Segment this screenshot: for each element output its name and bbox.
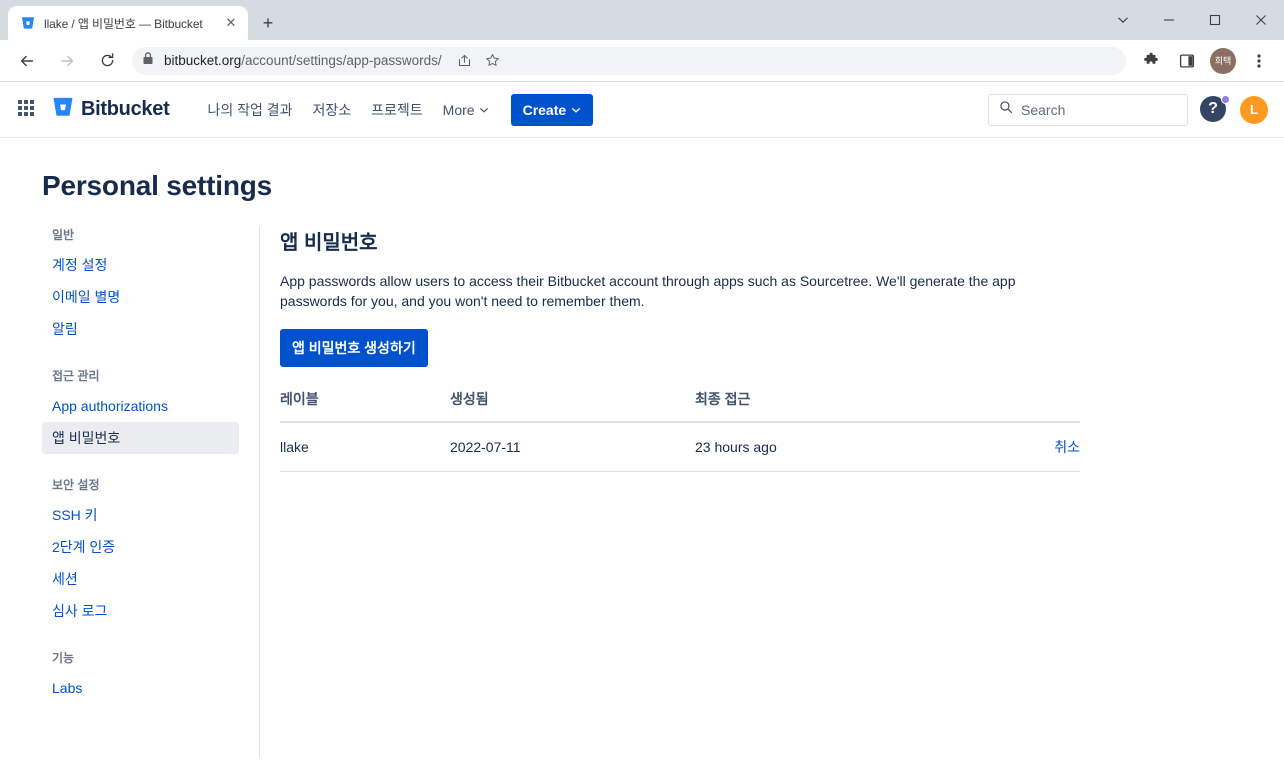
lock-icon[interactable] bbox=[142, 51, 154, 70]
close-icon[interactable] bbox=[1238, 0, 1284, 40]
settings-sidebar: 일반 계정 설정 이메일 별명 알림 접근 관리 App authorizati… bbox=[0, 226, 260, 758]
sidebar-group-label: 접근 관리 bbox=[52, 369, 100, 383]
column-header-last-accessed: 최종 접근 bbox=[695, 389, 970, 423]
bitbucket-logo-icon bbox=[52, 96, 74, 123]
user-avatar[interactable]: L bbox=[1240, 95, 1268, 124]
bitbucket-favicon-icon bbox=[20, 15, 36, 31]
three-dot-menu-icon[interactable] bbox=[1244, 46, 1274, 76]
sidebar-group-features: 기능 Labs bbox=[42, 649, 239, 704]
minimize-icon[interactable] bbox=[1146, 0, 1192, 40]
nav-item-label: 저장소 bbox=[312, 101, 352, 118]
forward-arrow-icon bbox=[52, 46, 82, 76]
sidebar-group-access-management: 접근 관리 App authorizations 앱 비밀번호 bbox=[42, 367, 239, 454]
tab-strip: llake / 앱 비밀번호 — Bitbucket ✕ + bbox=[0, 0, 1284, 40]
section-title: 앱 비밀번호 bbox=[280, 232, 378, 254]
chrome-profile-avatar[interactable]: 희택 bbox=[1210, 47, 1236, 74]
nav-item-projects[interactable]: 프로젝트 bbox=[361, 94, 433, 126]
column-header-label: 레이블 bbox=[280, 389, 450, 423]
chevron-down-icon bbox=[571, 102, 581, 118]
new-tab-button[interactable]: + bbox=[254, 9, 282, 37]
side-panel-icon[interactable] bbox=[1172, 46, 1202, 76]
url-text: bitbucket.org/account/settings/app-passw… bbox=[164, 53, 442, 68]
app-switcher-grid-icon[interactable] bbox=[18, 99, 38, 120]
search-icon bbox=[999, 100, 1013, 119]
cell-created: 2022-07-11 bbox=[450, 422, 695, 472]
nav-item-my-work[interactable]: 나의 작업 결과 bbox=[197, 94, 302, 126]
page-title: Personal settings bbox=[42, 170, 273, 201]
sidebar-group-security: 보안 설정 SSH 키 2단계 인증 세션 심사 로그 bbox=[42, 476, 239, 627]
page-viewport: Bitbucket 나의 작업 결과 저장소 프로젝트 More Create bbox=[0, 82, 1284, 774]
browser-window: llake / 앱 비밀번호 — Bitbucket ✕ + bitbucket… bbox=[0, 0, 1284, 774]
url-domain: bitbucket.org bbox=[164, 53, 242, 68]
sidebar-group-label: 일반 bbox=[52, 228, 75, 242]
sidebar-item-sessions[interactable]: 세션 bbox=[42, 563, 239, 595]
sidebar-item-notifications[interactable]: 알림 bbox=[42, 313, 239, 345]
sidebar-group-label: 보안 설정 bbox=[52, 478, 100, 492]
cell-action: 취소 bbox=[970, 422, 1080, 472]
column-header-created: 생성됨 bbox=[450, 389, 695, 423]
chevron-down-icon bbox=[479, 102, 489, 118]
generate-app-password-button[interactable]: 앱 비밀번호 생성하기 bbox=[280, 329, 428, 367]
search-box[interactable] bbox=[988, 93, 1188, 126]
sidebar-item-app-passwords[interactable]: 앱 비밀번호 bbox=[42, 422, 239, 454]
nav-item-label: 프로젝트 bbox=[371, 101, 423, 118]
section-description: App passwords allow users to access thei… bbox=[280, 273, 1016, 309]
nav-item-repositories[interactable]: 저장소 bbox=[303, 94, 362, 126]
reload-icon[interactable] bbox=[92, 46, 122, 76]
share-icon[interactable] bbox=[452, 48, 478, 74]
revoke-link[interactable]: 취소 bbox=[1054, 439, 1080, 455]
cell-last-accessed: 23 hours ago bbox=[695, 422, 970, 472]
omnibox-actions bbox=[452, 48, 506, 74]
sidebar-group-label: 기능 bbox=[52, 651, 75, 665]
browser-toolbar: bitbucket.org/account/settings/app-passw… bbox=[0, 40, 1284, 82]
sidebar-item-account-settings[interactable]: 계정 설정 bbox=[42, 249, 239, 281]
page-columns: 일반 계정 설정 이메일 별명 알림 접근 관리 App authorizati… bbox=[0, 226, 1284, 766]
star-icon[interactable] bbox=[480, 48, 506, 74]
browser-tab[interactable]: llake / 앱 비밀번호 — Bitbucket ✕ bbox=[8, 6, 248, 40]
column-header-action bbox=[970, 389, 1080, 423]
puzzle-piece-icon[interactable] bbox=[1136, 46, 1166, 76]
table-header-row: 레이블 생성됨 최종 접근 bbox=[280, 389, 1080, 423]
nav-item-label: 나의 작업 결과 bbox=[207, 101, 293, 118]
bitbucket-top-nav: Bitbucket 나의 작업 결과 저장소 프로젝트 More Create bbox=[0, 82, 1284, 138]
nav-item-more[interactable]: More bbox=[433, 96, 499, 124]
tab-search-chevron-down-icon[interactable] bbox=[1100, 0, 1146, 40]
maximize-icon[interactable] bbox=[1192, 0, 1238, 40]
create-button[interactable]: Create bbox=[510, 93, 594, 126]
bitbucket-logo[interactable]: Bitbucket bbox=[52, 96, 170, 123]
sidebar-item-labs[interactable]: Labs bbox=[42, 672, 239, 704]
back-arrow-icon[interactable] bbox=[12, 46, 42, 76]
app-passwords-table: 레이블 생성됨 최종 접근 llake 2022-07-11 23 hours … bbox=[280, 389, 1080, 472]
sidebar-item-email-aliases[interactable]: 이메일 별명 bbox=[42, 281, 239, 313]
help-notification-badge bbox=[1221, 94, 1230, 104]
sidebar-group-general: 일반 계정 설정 이메일 별명 알림 bbox=[42, 226, 239, 345]
main-content: 앱 비밀번호 App passwords allow users to acce… bbox=[260, 226, 1284, 766]
create-button-label: Create bbox=[522, 101, 567, 118]
sidebar-item-ssh-keys[interactable]: SSH 키 bbox=[42, 499, 239, 531]
help-button[interactable]: ? bbox=[1200, 94, 1230, 124]
table-row: llake 2022-07-11 23 hours ago 취소 bbox=[280, 422, 1080, 472]
url-path: /account/settings/app-passwords/ bbox=[241, 53, 442, 68]
sidebar-item-audit-log[interactable]: 심사 로그 bbox=[42, 595, 239, 627]
bitbucket-logo-text: Bitbucket bbox=[81, 98, 170, 120]
search-input[interactable] bbox=[1021, 101, 1177, 118]
sidebar-item-two-step-verification[interactable]: 2단계 인증 bbox=[42, 531, 239, 563]
window-controls bbox=[1100, 0, 1284, 40]
nav-item-label: More bbox=[442, 101, 475, 118]
tab-close-icon[interactable]: ✕ bbox=[222, 14, 240, 32]
sidebar-item-app-authorizations[interactable]: App authorizations bbox=[42, 390, 239, 422]
tab-title: llake / 앱 비밀번호 — Bitbucket bbox=[44, 16, 203, 31]
address-bar[interactable]: bitbucket.org/account/settings/app-passw… bbox=[132, 46, 1126, 75]
nav-right-cluster: ? L bbox=[988, 93, 1268, 126]
cell-label: llake bbox=[280, 422, 450, 472]
